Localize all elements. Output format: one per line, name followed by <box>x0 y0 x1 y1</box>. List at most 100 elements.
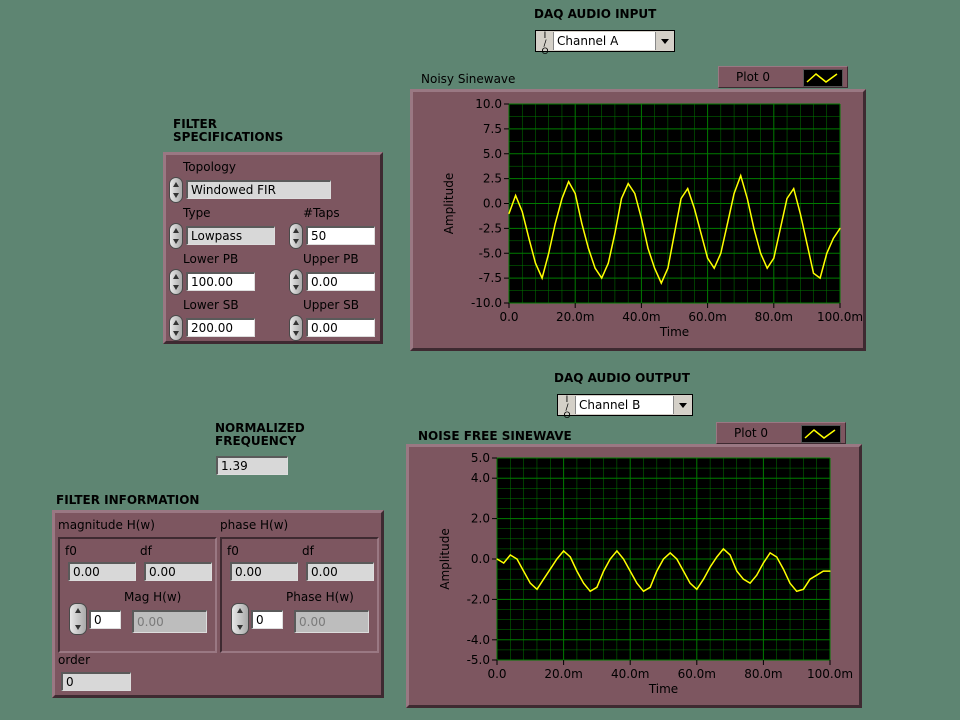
noisy-plot-legend[interactable]: Plot 0 <box>718 66 848 88</box>
noise-free-graph-panel: 5.0 4.0 2.0 0.0 -2.0 -4.0 -5.0 0.0 20.0m 40.0m 60.… <box>406 444 862 708</box>
line-style-icon <box>801 425 841 443</box>
data-point <box>689 582 691 584</box>
daq-output-channel-value: Channel B <box>576 396 673 414</box>
down-arrow-icon <box>293 285 299 290</box>
data-point <box>649 586 651 588</box>
data-point <box>789 582 791 584</box>
phase-index-field[interactable]: 0 <box>251 610 283 629</box>
data-point <box>806 242 808 244</box>
data-point <box>687 188 689 190</box>
data-point <box>669 552 671 554</box>
type-stepper[interactable] <box>169 223 183 249</box>
filter-spec-panel: Topology Windowed FIR Type Lowpass #Taps… <box>163 152 383 344</box>
filter-info-title: FILTER INFORMATION <box>56 493 200 507</box>
data-point <box>607 262 609 264</box>
topology-field[interactable]: Windowed FIR <box>186 180 331 199</box>
mag-index-stepper[interactable] <box>69 603 87 635</box>
taps-field[interactable]: 50 <box>306 226 375 245</box>
data-point <box>826 252 828 254</box>
data-point <box>601 277 603 279</box>
data-point <box>680 197 682 200</box>
phase-index-stepper[interactable] <box>231 603 249 635</box>
data-point <box>773 257 775 259</box>
data-point <box>707 257 709 259</box>
data-point <box>816 574 818 576</box>
data-point <box>709 566 711 568</box>
x-tick-label: 40.0m <box>622 310 660 324</box>
x-tick-label: 60.0m <box>678 667 716 681</box>
up-arrow-icon <box>75 608 81 613</box>
data-point <box>563 550 565 552</box>
data-point <box>543 578 545 580</box>
data-point <box>576 570 578 572</box>
data-point <box>746 197 748 200</box>
x-tick-label: 0.0 <box>499 310 518 324</box>
data-point <box>581 222 583 224</box>
up-arrow-icon <box>173 274 179 279</box>
y-tick-label: 0.0 <box>471 552 490 566</box>
phase-f0-field: 0.00 <box>230 562 298 581</box>
upper-pb-label: Upper PB <box>303 252 359 266</box>
mag-f0-field: 0.00 <box>68 562 136 581</box>
daq-input-channel-value: Channel A <box>554 32 655 50</box>
data-point <box>629 570 631 572</box>
x-axis-label: Time <box>659 325 689 339</box>
noise-free-graph-title: NOISE FREE SINEWAVE <box>418 429 572 443</box>
upper-sb-stepper[interactable] <box>289 315 303 341</box>
type-label: Type <box>183 206 211 220</box>
type-field[interactable]: Lowpass <box>186 226 275 245</box>
mag-hw-field: 0.00 <box>132 610 207 633</box>
data-point <box>521 210 523 213</box>
data-point <box>549 568 551 570</box>
noise-free-sinewave-chart[interactable]: 5.04.02.00.0-2.0-4.0-5.00.0 20.0m 40.0m 60.… <box>409 447 859 705</box>
lower-pb-stepper[interactable] <box>169 269 183 295</box>
y-tick-label: -2.5 <box>479 221 502 235</box>
up-arrow-icon <box>173 320 179 325</box>
data-point <box>839 227 841 229</box>
data-point <box>756 574 758 576</box>
data-point <box>548 252 550 254</box>
data-point <box>583 582 585 584</box>
topology-stepper[interactable] <box>169 177 183 203</box>
data-point <box>702 578 705 580</box>
data-point <box>556 558 558 560</box>
data-point <box>603 570 605 572</box>
mag-df-label: df <box>140 544 152 558</box>
daq-output-channel-select[interactable]: I / O Channel B <box>557 394 693 421</box>
data-point <box>726 222 729 224</box>
lower-pb-field[interactable]: 100.00 <box>186 272 255 291</box>
data-point <box>673 232 676 234</box>
phase-hw-label: Phase H(w) <box>286 590 354 604</box>
data-point <box>682 570 685 572</box>
data-point <box>634 192 636 195</box>
daq-input-channel-select[interactable]: I / O Channel A <box>535 30 675 57</box>
taps-stepper[interactable] <box>289 223 303 249</box>
upper-sb-field[interactable]: 0.00 <box>306 318 375 337</box>
line-style-icon <box>803 69 843 87</box>
data-point <box>779 227 781 229</box>
noisy-sinewave-chart[interactable]: 10.07.55.02.50.0-2.5-5.0-7.5-10.00.0 20.0… <box>413 92 863 348</box>
upper-pb-field[interactable]: 0.00 <box>306 272 375 291</box>
data-point <box>515 194 517 197</box>
down-arrow-icon <box>293 239 299 244</box>
chevron-down-icon[interactable] <box>655 32 674 50</box>
lower-sb-stepper[interactable] <box>169 315 183 341</box>
up-arrow-icon <box>293 320 299 325</box>
up-arrow-icon <box>293 274 299 279</box>
lower-sb-field[interactable]: 200.00 <box>186 318 255 337</box>
io-icon: I / O <box>559 396 576 421</box>
mag-index-field[interactable]: 0 <box>89 610 121 629</box>
magnitude-label: magnitude H(w) <box>58 518 155 532</box>
data-point <box>496 558 498 560</box>
normalized-frequency-field: 1.39 <box>216 456 288 475</box>
data-point <box>733 192 735 195</box>
magnitude-subpanel: f0 df 0.00 0.00 Mag H(w) 0 0.00 <box>58 537 217 653</box>
legend-label: Plot 0 <box>736 70 771 84</box>
data-point <box>647 247 649 249</box>
noise-free-plot-legend[interactable]: Plot 0 <box>716 422 846 444</box>
upper-pb-stepper[interactable] <box>289 269 303 295</box>
chevron-down-icon[interactable] <box>673 396 692 414</box>
y-tick-label: 4.0 <box>471 471 490 485</box>
x-tick-label: 40.0m <box>611 667 649 681</box>
up-arrow-icon <box>173 182 179 187</box>
